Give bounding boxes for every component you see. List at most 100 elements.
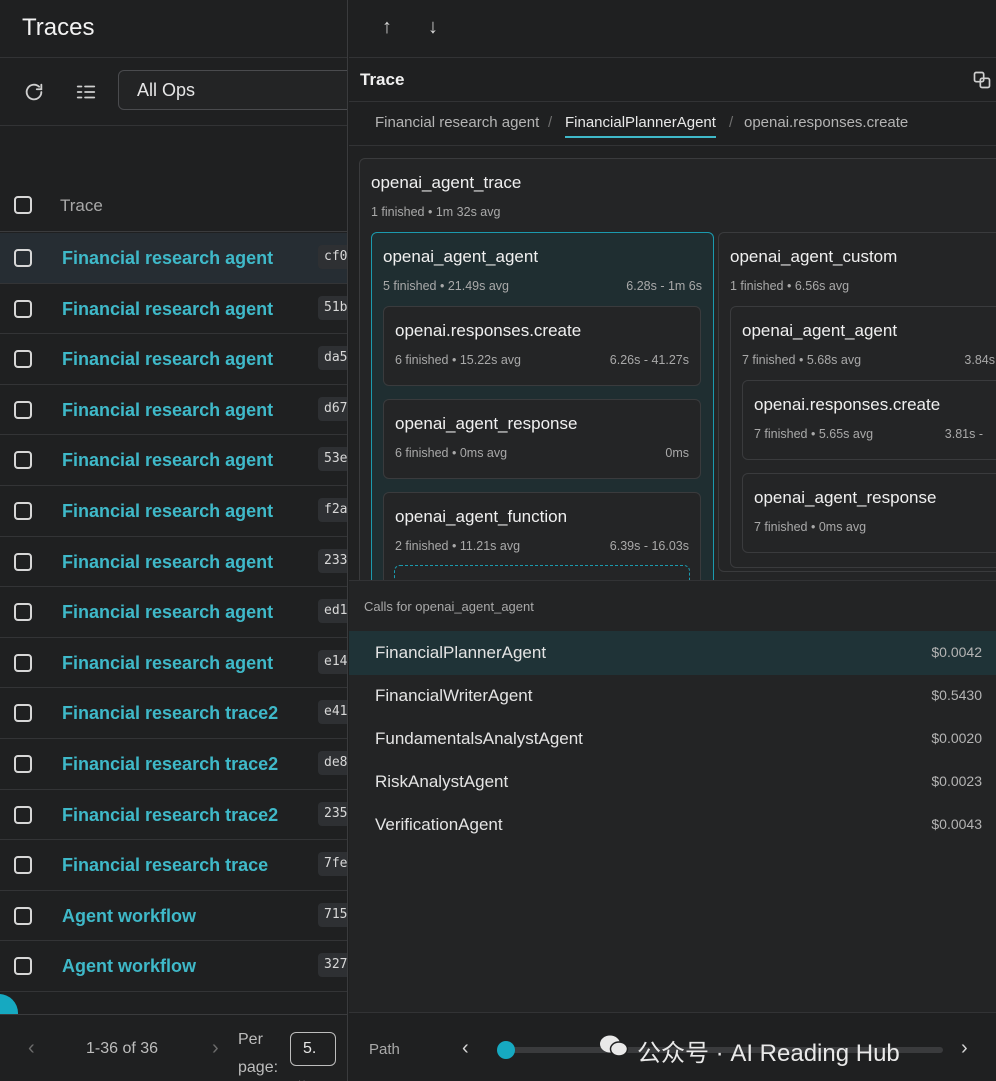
list-item[interactable]: RiskAnalystAgent $0.0023 [349, 760, 996, 804]
row-checkbox[interactable] [14, 704, 32, 723]
table-row[interactable]: Financial research trace 7fe [0, 840, 347, 891]
breadcrumb-separator: / [729, 114, 734, 131]
row-checkbox[interactable] [14, 299, 32, 318]
row-checkbox[interactable] [14, 350, 32, 369]
arrow-up-icon[interactable]: ↑ [382, 16, 392, 39]
row-checkbox[interactable] [14, 501, 32, 520]
table-row[interactable]: Financial research trace2 235 [0, 790, 347, 841]
columns-icon[interactable] [72, 78, 100, 106]
next-page-icon[interactable]: › [212, 1037, 219, 1060]
table-row[interactable]: Financial research agent cf0 [0, 233, 347, 284]
trace-id-badge: 233 [318, 548, 347, 573]
node-custom-openai-agent-response[interactable]: openai_agent_response 7 finished • 0ms a… [742, 473, 996, 553]
trace-graph: openai_agent_trace 1 finished • 1m 32s a… [349, 146, 996, 580]
row-checkbox[interactable] [14, 653, 32, 672]
call-name: VerificationAgent [375, 815, 503, 834]
node-openai-agent-agent[interactable]: openai_agent_agent 5 finished • 21.49s a… [371, 232, 714, 580]
trace-name-link[interactable]: Financial research agent [62, 602, 273, 623]
table-row[interactable]: Agent workflow 715 [0, 891, 347, 942]
trace-name-link[interactable]: Financial research agent [62, 552, 273, 573]
node-stats: 2 finished • 11.21s avg [395, 539, 521, 553]
trace-id-badge: de8 [318, 750, 347, 775]
arrow-down-icon[interactable]: ↓ [428, 16, 438, 39]
trace-name-link[interactable]: Financial research agent [62, 450, 273, 471]
table-row[interactable]: Financial research agent 51b [0, 284, 347, 335]
trace-name-link[interactable]: Agent workflow [62, 956, 196, 977]
call-name: FinancialPlannerAgent [375, 643, 547, 662]
table-row[interactable]: Financial research trace2 de8 [0, 739, 347, 790]
path-slider-thumb[interactable] [497, 1041, 515, 1059]
node-stats: 6 finished • 15.22s avg [395, 353, 521, 367]
table-row[interactable]: Financial research trace2 e41 [0, 688, 347, 739]
trace-name-link[interactable]: Financial research agent [62, 400, 273, 421]
chevron-right-icon[interactable]: › [961, 1037, 968, 1060]
trace-name-link[interactable]: Financial research trace2 [62, 703, 278, 724]
trace-name-link[interactable]: Financial research agent [62, 299, 273, 320]
row-checkbox[interactable] [14, 603, 32, 622]
node-openai-agent-response[interactable]: openai_agent_response 6 finished • 0ms a… [383, 399, 701, 479]
wechat-icon [600, 1035, 629, 1057]
row-checkbox[interactable] [14, 451, 32, 470]
panel-title: Traces [22, 14, 95, 41]
per-page-select[interactable]: 5. [290, 1032, 336, 1066]
refresh-icon[interactable] [20, 78, 48, 106]
row-checkbox[interactable] [14, 856, 32, 875]
trace-name-link[interactable]: Financial research trace2 [62, 754, 278, 775]
table-row[interactable]: Financial research agent da5 [0, 334, 347, 385]
pagination-bar: ‹ 1-36 of 36 › Per page: 5. ⌄ [0, 1014, 347, 1081]
table-row[interactable]: Financial research agent d67 [0, 385, 347, 436]
table-row[interactable]: Financial research agent e14 [0, 638, 347, 689]
trace-id-badge: ed1 [318, 599, 347, 624]
table-row[interactable]: Financial research agent 53e [0, 435, 347, 486]
trace-name-link[interactable]: Financial research agent [62, 653, 273, 674]
breadcrumb-item[interactable]: Financial research agent [375, 114, 539, 131]
list-item[interactable]: FinancialPlannerAgent $0.0042 [349, 631, 996, 675]
select-all-checkbox[interactable] [14, 196, 32, 214]
node-title: openai.responses.create [754, 395, 941, 414]
node-custom-openai-agent-agent[interactable]: openai_agent_agent 7 finished • 5.68s av… [730, 306, 996, 568]
row-checkbox[interactable] [14, 249, 32, 267]
trace-detail-panel: ↑ ↓ Trace Financial research agent / Fin… [349, 0, 996, 1081]
list-item[interactable]: FinancialWriterAgent $0.5430 [349, 674, 996, 718]
row-checkbox[interactable] [14, 552, 32, 571]
row-checkbox[interactable] [14, 906, 32, 925]
chevron-down-icon[interactable]: ⌄ [296, 1071, 308, 1081]
node-stats: 7 finished • 5.65s avg [754, 427, 874, 441]
trace-id-badge: da5 [318, 346, 347, 371]
trace-name-link[interactable]: Financial research trace2 [62, 805, 278, 826]
row-checkbox[interactable] [14, 957, 32, 976]
trace-name-link[interactable]: Financial research agent [62, 248, 273, 269]
breadcrumb-item-active[interactable]: FinancialPlannerAgent [565, 114, 716, 131]
breadcrumb-item[interactable]: openai.responses.create [744, 114, 908, 131]
trace-name-link[interactable]: Financial research trace [62, 855, 268, 876]
row-checkbox[interactable] [14, 400, 32, 419]
trace-id-badge: 715 [318, 902, 347, 927]
row-checkbox[interactable] [14, 754, 32, 773]
table-row[interactable]: Financial research agent 233 [0, 537, 347, 588]
node-stats: 1 finished • 1m 32s avg [371, 205, 501, 219]
list-item[interactable]: FundamentalsAnalystAgent $0.0020 [349, 717, 996, 761]
chevron-left-icon[interactable]: ‹ [462, 1037, 469, 1060]
node-openai-agent-trace[interactable]: openai_agent_trace 1 finished • 1m 32s a… [359, 158, 996, 580]
table-row[interactable]: Financial research agent f2a [0, 486, 347, 537]
trace-name-link[interactable]: Financial research agent [62, 349, 273, 370]
link-icon[interactable] [972, 70, 992, 90]
prev-page-icon[interactable]: ‹ [28, 1037, 35, 1060]
active-tab-indicator [565, 136, 716, 138]
node-openai-agent-custom[interactable]: openai_agent_custom 1 finished • 6.56s a… [718, 232, 996, 572]
node-title: openai_agent_response [395, 414, 578, 433]
trace-name-link[interactable]: Agent workflow [62, 906, 196, 927]
row-checkbox[interactable] [14, 805, 32, 824]
node-custom-openai-responses-create[interactable]: openai.responses.create 7 finished • 5.6… [742, 380, 996, 460]
node-openai-responses-create[interactable]: openai.responses.create 6 finished • 15.… [383, 306, 701, 386]
table-row[interactable]: Financial research agent ed1 [0, 587, 347, 638]
traces-title-bar: Traces [0, 0, 347, 58]
node-range: 3.81s - [944, 427, 983, 441]
trace-column-header[interactable]: Trace [60, 196, 103, 216]
table-row[interactable]: Agent workflow 327 [0, 941, 347, 992]
ops-filter-select[interactable]: All Ops [118, 70, 347, 110]
trace-name-link[interactable]: Financial research agent [62, 501, 273, 522]
list-item[interactable]: VerificationAgent $0.0043 [349, 803, 996, 847]
node-placeholder [394, 565, 690, 580]
node-openai-agent-function[interactable]: openai_agent_function 2 finished • 11.21… [383, 492, 701, 580]
